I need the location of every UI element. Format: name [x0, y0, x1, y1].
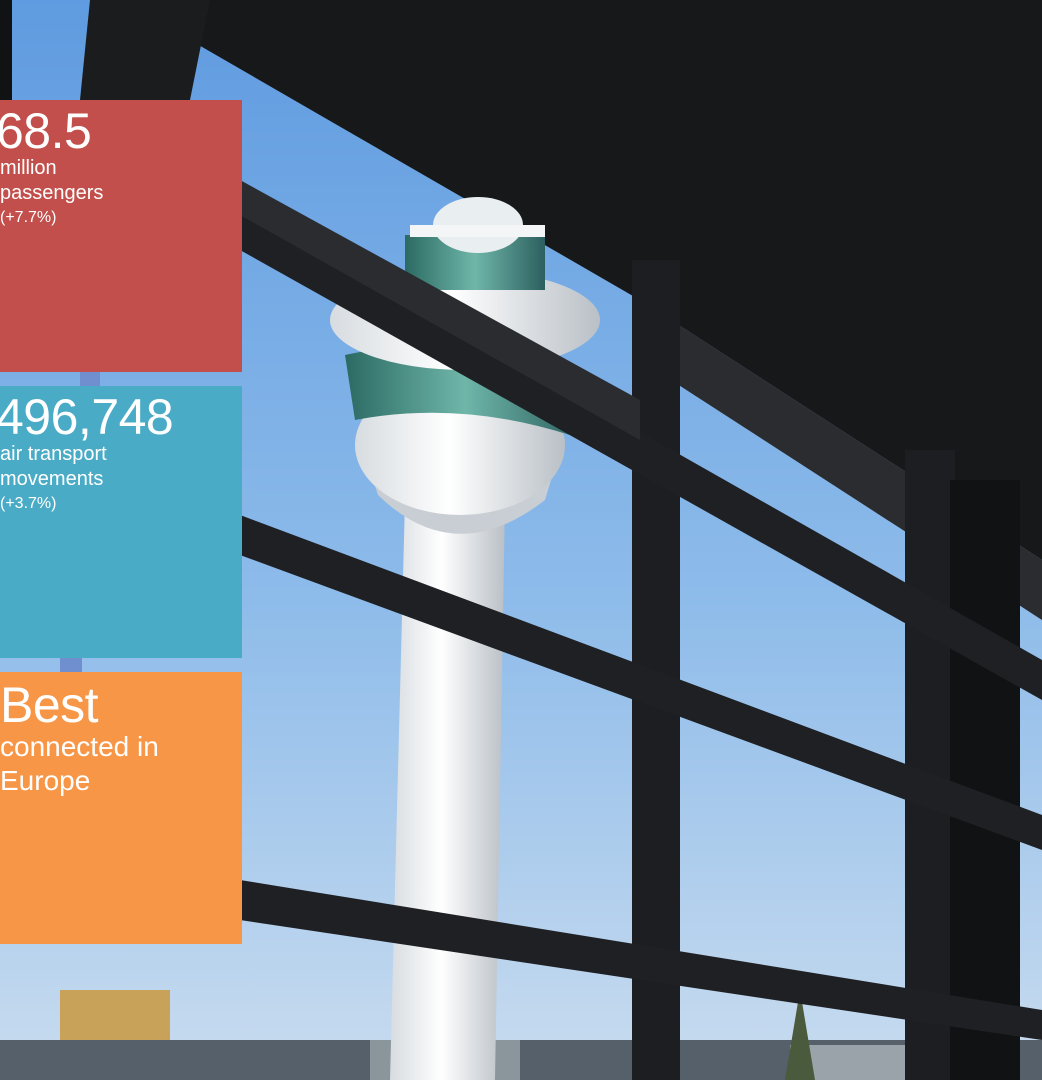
- passengers-label-line2: passengers: [0, 182, 104, 204]
- movements-change: (+3.7%): [0, 495, 57, 512]
- movements-stat-card: 496,748 air transport movements (+3.7%): [0, 386, 242, 658]
- passengers-change: (+7.7%): [0, 209, 57, 226]
- movements-label-line1: air transport: [0, 443, 107, 465]
- movements-label-line2: movements: [0, 468, 104, 490]
- passengers-value: 68.5: [0, 103, 92, 159]
- connectivity-label-line1: connected in: [0, 731, 159, 762]
- movements-value: 496,748: [0, 389, 174, 445]
- connectivity-stat-card: Best connected in Europe: [0, 672, 242, 944]
- connectivity-value: Best: [0, 677, 99, 733]
- passengers-label-line1: million: [0, 157, 57, 179]
- connectivity-label-line2: Europe: [0, 765, 91, 796]
- passengers-stat-card: 68.5 million passengers (+7.7%): [0, 100, 242, 372]
